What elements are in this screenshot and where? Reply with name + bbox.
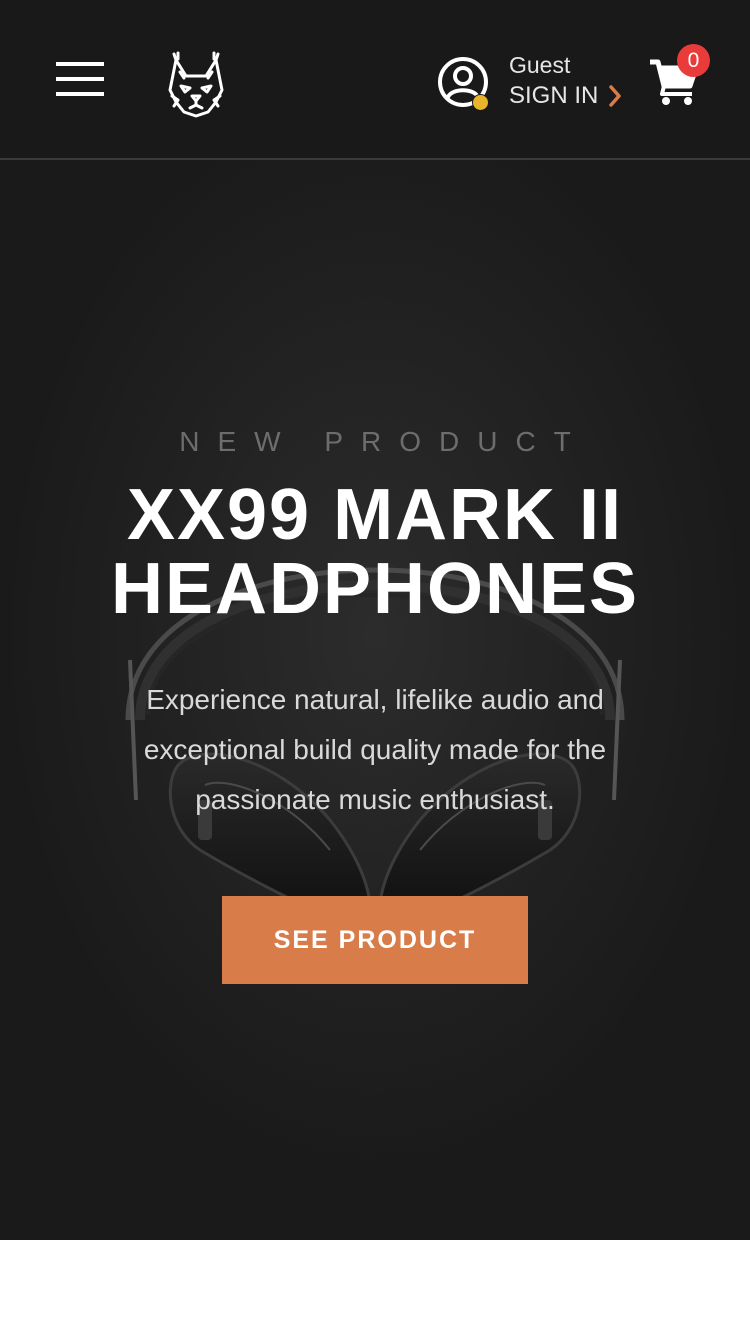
hero-title: XX99 MARK II HEADPHONES [0,478,750,626]
hamburger-menu-button[interactable] [56,62,104,98]
guest-label: Guest [509,52,571,78]
see-product-button[interactable]: SEE PRODUCT [222,896,528,984]
status-indicator [472,94,489,111]
hero-section: NEW PRODUCT XX99 MARK II HEADPHONES Expe… [0,160,750,1240]
account-sign-in[interactable]: Guest SIGN IN [436,52,636,112]
hero-description: Experience natural, lifelike audio and e… [143,684,607,815]
chevron-right-icon [609,85,621,107]
hero-title-line-1: XX99 MARK II [126,475,624,555]
sign-in-link[interactable]: SIGN IN [509,82,598,110]
content-area [0,1240,750,1334]
lynx-logo-icon[interactable] [164,50,228,118]
menu-bar [56,62,104,66]
page: Guest SIGN IN 0 NEW PRODUCT XX99 MARK II… [0,0,750,1334]
new-product-label: NEW PRODUCT [179,426,589,457]
cart-button[interactable]: 0 [646,44,712,110]
hero-title-line-2: HEADPHONES [110,549,640,629]
site-header: Guest SIGN IN 0 [0,0,750,160]
menu-bar [56,77,104,81]
menu-bar [56,92,104,96]
cart-count-badge: 0 [677,44,710,77]
